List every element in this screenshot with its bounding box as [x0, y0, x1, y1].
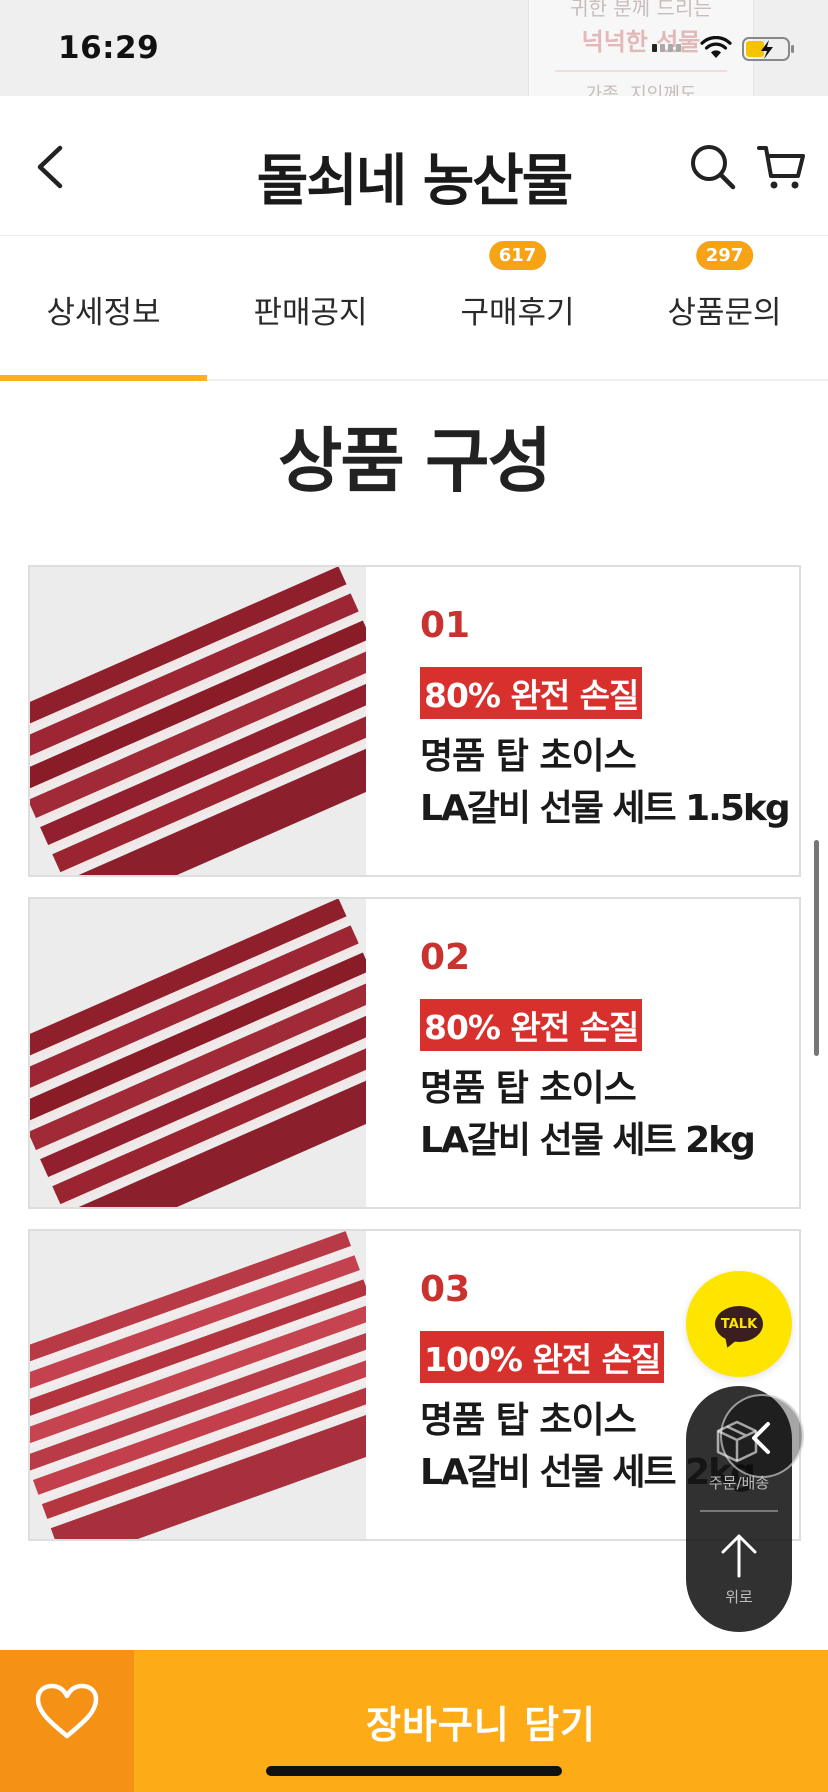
product-name-line1: 명품 탑 초이스	[420, 736, 637, 777]
detail-tabs: 상세정보 판매공지 617 구매후기 297 상품문의	[0, 237, 828, 381]
tab-label: 구매후기	[460, 295, 575, 331]
heart-icon	[35, 1683, 99, 1739]
quick-menu: 주문/배송 위로	[686, 1386, 804, 1632]
tab-sales-notice[interactable]: 판매공지	[207, 237, 414, 379]
trim-badge: 80% 완전 손질	[420, 667, 643, 719]
tab-reviews[interactable]: 617 구매후기	[414, 237, 621, 379]
tab-inquiries[interactable]: 297 상품문의	[621, 237, 828, 379]
tab-label: 판매공지	[253, 295, 368, 331]
product-photo	[30, 1231, 366, 1539]
scroll-top-button[interactable]: 위로	[686, 1512, 792, 1632]
product-number: 02	[420, 937, 471, 978]
product-number: 03	[420, 1269, 471, 1310]
banner-divider	[555, 70, 727, 72]
cellular-signal-icon	[652, 44, 681, 52]
banner-peek-text: 가족, 지인께도	[585, 84, 697, 96]
cart-icon[interactable]	[756, 142, 806, 192]
review-count-badge: 617	[488, 241, 547, 270]
tab-detail-info[interactable]: 상세정보	[0, 237, 207, 381]
trim-badge: 100% 완전 손질	[420, 1331, 665, 1383]
kakao-talk-button[interactable]: TALK	[686, 1271, 792, 1377]
tab-label: 상세정보	[46, 295, 161, 331]
arrow-up-icon	[721, 1534, 757, 1578]
product-name-line1: 명품 탑 초이스	[420, 1400, 637, 1441]
wishlist-button[interactable]	[0, 1650, 134, 1792]
talk-label: TALK	[720, 1316, 758, 1332]
scroll-top-label: 위로	[725, 1588, 753, 1606]
box-icon	[716, 1420, 758, 1463]
status-bar: 귀한 분께 드리는 넉넉한 선물 가족, 지인께도 16:29	[0, 0, 828, 96]
status-time: 16:29	[58, 30, 160, 66]
product-card: 02 80% 완전 손질 명품 탑 초이스 LA갈비 선물 세트 2kg	[28, 897, 801, 1209]
battery-charging-icon	[742, 37, 794, 61]
product-name-line2: LA갈비 선물 세트 1.5kg	[420, 788, 791, 829]
talk-bubble-icon: TALK	[715, 1306, 763, 1342]
product-card: 01 80% 완전 손질 명품 탑 초이스 LA갈비 선물 세트 1.5kg	[28, 565, 801, 877]
product-name-line2: LA갈비 선물 세트 2kg	[420, 1120, 756, 1161]
trim-badge: 80% 완전 손질	[420, 999, 643, 1051]
order-delivery-button[interactable]: 주문/배송	[686, 1386, 804, 1510]
order-delivery-label: 주문/배송	[708, 1474, 770, 1492]
home-indicator	[266, 1766, 562, 1776]
search-icon[interactable]	[688, 142, 736, 192]
app-header: 돌쇠네 농산물	[0, 96, 828, 236]
banner-peek-text: 귀한 분께 드리는	[570, 0, 712, 20]
tab-label: 상품문의	[667, 295, 782, 331]
product-number: 01	[420, 605, 471, 646]
product-photo	[30, 567, 366, 875]
product-name-line1: 명품 탑 초이스	[420, 1068, 637, 1109]
section-title: 상품 구성	[278, 420, 552, 502]
product-photo	[30, 899, 366, 1207]
scrollbar[interactable]	[814, 840, 819, 1056]
wifi-icon	[700, 36, 732, 58]
inquiry-count-badge: 297	[695, 241, 754, 270]
